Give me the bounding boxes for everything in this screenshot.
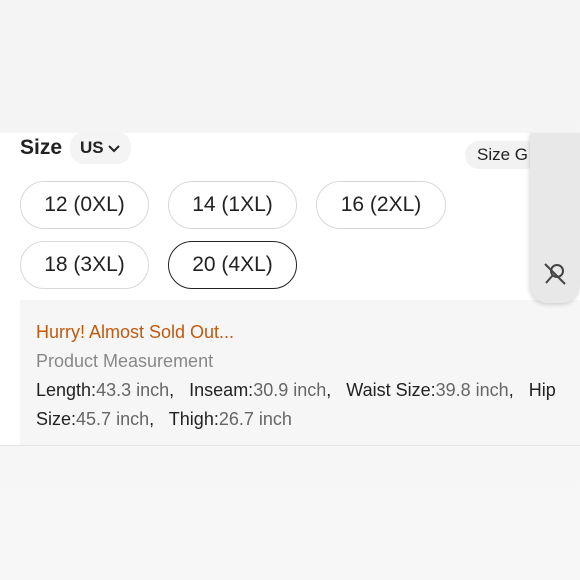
side-floating-tab[interactable] xyxy=(530,133,580,303)
size-option-12-0xl[interactable]: 12 (0XL) xyxy=(20,181,149,229)
size-option-label: 14 (1XL) xyxy=(192,193,273,216)
size-option-label: 18 (3XL) xyxy=(44,253,125,276)
no-pin-icon xyxy=(544,263,566,285)
size-option-20-4xl-selected[interactable]: 20 (4XL) xyxy=(168,241,297,289)
size-title: Size xyxy=(20,136,63,159)
measurement-list: Length:43.3 inch, Inseam:30.9 inch, Wais… xyxy=(36,380,556,429)
size-option-18-3xl[interactable]: 18 (3XL) xyxy=(20,241,149,289)
size-selector-panel: Size US Size G 12 (0XL) 14 (1XL) 16 (2XL… xyxy=(0,132,580,446)
measurement-thigh: Thigh:26.7 inch xyxy=(168,409,292,429)
size-guide-button[interactable]: Size G xyxy=(465,141,541,169)
size-option-14-1xl[interactable]: 14 (1XL) xyxy=(168,181,297,229)
product-info-box: Hurry! Almost Sold Out... Product Measur… xyxy=(20,300,580,445)
size-region-label: US xyxy=(80,138,104,157)
size-option-label: 20 (4XL) xyxy=(192,253,273,276)
measurement-waist: Waist Size:39.8 inch xyxy=(346,380,509,400)
chevron-down-icon xyxy=(107,145,120,153)
size-option-label: 16 (2XL) xyxy=(340,193,422,216)
page: Size US Size G 12 (0XL) 14 (1XL) 16 (2XL… xyxy=(0,0,580,580)
size-option-16-2xl[interactable]: 16 (2XL) xyxy=(316,181,446,229)
size-header: Size US xyxy=(20,132,131,164)
measurement-length: Length:43.3 inch xyxy=(36,380,170,400)
size-region-dropdown[interactable]: US xyxy=(70,132,131,164)
stock-warning: Hurry! Almost Sold Out... xyxy=(36,322,235,342)
size-option-label: 12 (0XL) xyxy=(44,193,125,216)
measurement-title: Product Measurement xyxy=(36,351,214,371)
measurement-inseam: Inseam:30.9 inch xyxy=(189,380,327,400)
